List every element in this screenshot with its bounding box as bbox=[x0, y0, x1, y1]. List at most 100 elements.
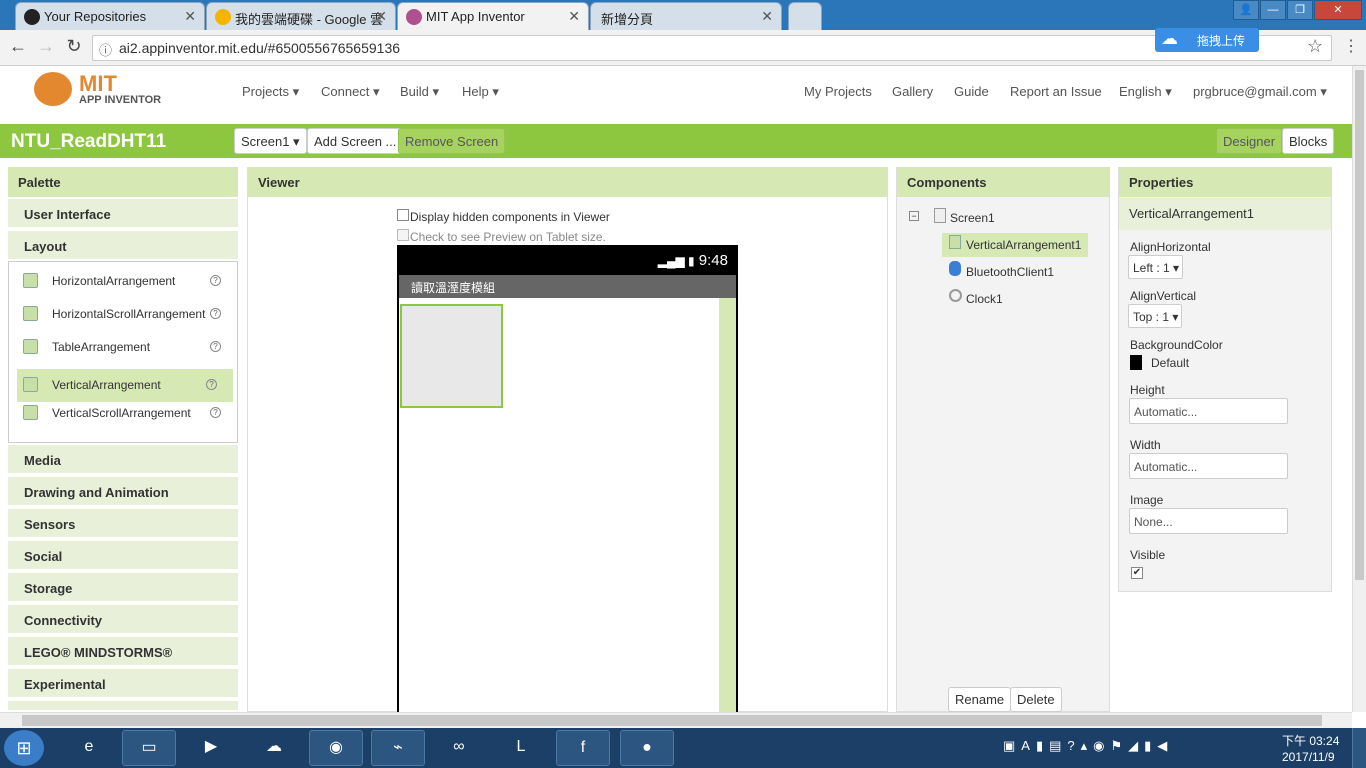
palette-cat-storage[interactable]: Storage bbox=[8, 573, 238, 603]
align-vertical-select[interactable]: Top : 1 ▾ bbox=[1128, 304, 1182, 328]
tree-screen1[interactable]: Screen1 bbox=[950, 211, 995, 225]
tree-clock1[interactable]: Clock1 bbox=[966, 292, 1003, 306]
url-text: ai2.appinventor.mit.edu/#650055676565913… bbox=[119, 40, 401, 56]
star-icon[interactable]: ☆ bbox=[1307, 36, 1323, 57]
app-icon[interactable]: ● bbox=[620, 730, 674, 766]
color-swatch[interactable] bbox=[1130, 355, 1142, 370]
palette-cat-extension[interactable] bbox=[8, 701, 238, 712]
palette-cat-lego[interactable]: LEGO® MINDSTORMS® bbox=[8, 637, 238, 667]
link-guide[interactable]: Guide bbox=[954, 84, 989, 99]
palette-item[interactable]: HorizontalArrangement? bbox=[9, 265, 237, 298]
close-icon[interactable]: ✕ bbox=[184, 8, 196, 25]
menu-help[interactable]: Help ▾ bbox=[462, 84, 499, 100]
cloud-app-icon[interactable]: ☁ bbox=[247, 730, 301, 766]
menu-build[interactable]: Build ▾ bbox=[400, 84, 439, 100]
collapse-icon[interactable]: − bbox=[909, 211, 919, 221]
explorer-icon[interactable]: ▭ bbox=[122, 730, 176, 766]
close-icon[interactable]: ✕ bbox=[375, 8, 387, 25]
background-color-value[interactable]: Default bbox=[1151, 356, 1189, 370]
new-tab-button[interactable] bbox=[788, 2, 822, 30]
screen-icon bbox=[934, 208, 946, 223]
palette-cat-layout[interactable]: Layout bbox=[8, 231, 238, 261]
palette-cat-sensors[interactable]: Sensors bbox=[8, 509, 238, 539]
width-label: Width bbox=[1130, 438, 1161, 452]
delete-button[interactable]: Delete bbox=[1010, 687, 1062, 712]
line-icon[interactable]: L bbox=[494, 730, 548, 766]
height-field[interactable]: Automatic... bbox=[1129, 398, 1288, 424]
close-icon[interactable]: ✕ bbox=[568, 8, 580, 25]
address-bar[interactable]: ⓘ ai2.appinventor.mit.edu/#6500556765659… bbox=[92, 35, 1332, 61]
width-field[interactable]: Automatic... bbox=[1129, 453, 1288, 479]
tab-new-tab[interactable]: 新增分頁 ✕ bbox=[590, 2, 782, 30]
upload-button[interactable]: ☁ 拖拽上传 bbox=[1155, 28, 1259, 52]
scroll-thumb[interactable] bbox=[22, 715, 1322, 726]
link-gallery[interactable]: Gallery bbox=[892, 84, 933, 99]
bee-icon bbox=[34, 72, 72, 106]
media-icon[interactable]: ▶ bbox=[184, 730, 238, 766]
designer-button[interactable]: Designer bbox=[1216, 128, 1283, 154]
palette-item[interactable]: TableArrangement? bbox=[9, 331, 237, 364]
help-icon[interactable]: ? bbox=[210, 275, 221, 286]
show-desktop-button[interactable] bbox=[1352, 728, 1366, 768]
flash-icon[interactable]: f bbox=[556, 730, 610, 766]
menu-account[interactable]: prgbruce@gmail.com ▾ bbox=[1193, 84, 1327, 100]
user-icon[interactable]: 👤 bbox=[1233, 0, 1259, 20]
window-close-icon[interactable]: ✕ bbox=[1314, 0, 1362, 20]
palette-cat-drawing[interactable]: Drawing and Animation bbox=[8, 477, 238, 507]
vertical-scrollbar[interactable] bbox=[1352, 66, 1366, 712]
add-screen-button[interactable]: Add Screen ... bbox=[307, 128, 404, 154]
ie-icon[interactable]: e bbox=[62, 730, 116, 766]
forward-icon[interactable]: → bbox=[34, 35, 58, 59]
link-report-issue[interactable]: Report an Issue bbox=[1010, 84, 1102, 99]
more-icon[interactable]: ⋮ bbox=[1343, 36, 1359, 56]
tab-app-inventor[interactable]: MIT App Inventor ✕ bbox=[397, 2, 589, 30]
menu-projects[interactable]: Projects ▾ bbox=[242, 84, 299, 100]
vertical-arrangement-preview[interactable] bbox=[400, 304, 503, 408]
rename-button[interactable]: Rename bbox=[948, 687, 1012, 712]
minimize-icon[interactable]: — bbox=[1260, 0, 1286, 20]
tablet-preview-checkbox[interactable] bbox=[397, 229, 409, 241]
palette-cat-user-interface[interactable]: User Interface bbox=[8, 199, 238, 229]
palette-item[interactable]: HorizontalScrollArrangement? bbox=[9, 298, 237, 331]
tab-your-repositories[interactable]: Your Repositories ✕ bbox=[15, 2, 205, 30]
tree-vertical-arrangement1[interactable]: VerticalArrangement1 bbox=[966, 238, 1081, 252]
screen-select[interactable]: Screen1 ▾ bbox=[234, 128, 307, 154]
tab-google-drive[interactable]: 我的雲端硬碟 - Google 雲 ✕ bbox=[206, 2, 396, 30]
help-icon[interactable]: ? bbox=[210, 407, 221, 418]
maximize-icon[interactable]: ❐ bbox=[1287, 0, 1313, 20]
reload-icon[interactable]: ↻ bbox=[62, 35, 86, 59]
visible-checkbox[interactable]: ✔ bbox=[1131, 567, 1143, 579]
fritzing-icon[interactable]: ⌁ bbox=[371, 730, 425, 766]
help-icon[interactable]: ? bbox=[206, 379, 217, 390]
palette-cat-experimental[interactable]: Experimental bbox=[8, 669, 238, 699]
hidden-components-checkbox[interactable] bbox=[397, 209, 409, 221]
menu-connect[interactable]: Connect ▾ bbox=[321, 84, 380, 100]
palette-cat-social[interactable]: Social bbox=[8, 541, 238, 571]
remove-screen-button[interactable]: Remove Screen bbox=[398, 128, 506, 154]
align-vertical-label: AlignVertical bbox=[1130, 289, 1197, 303]
menu-language[interactable]: English ▾ bbox=[1119, 84, 1172, 100]
scroll-thumb[interactable] bbox=[1355, 70, 1364, 580]
tray-icons[interactable]: ▣A▮▤?▴◉⚑◢▮◀ bbox=[1003, 738, 1173, 754]
palette-cat-media[interactable]: Media bbox=[8, 445, 238, 475]
close-icon[interactable]: ✕ bbox=[761, 8, 773, 25]
back-icon[interactable]: ← bbox=[6, 35, 30, 59]
chrome-icon[interactable]: ◉ bbox=[309, 730, 363, 766]
link-my-projects[interactable]: My Projects bbox=[804, 84, 872, 99]
tab-label: Your Repositories bbox=[44, 9, 147, 24]
blocks-button[interactable]: Blocks bbox=[1282, 128, 1335, 154]
arduino-icon[interactable]: ∞ bbox=[432, 730, 486, 766]
tree-bluetooth-client1[interactable]: BluetoothClient1 bbox=[966, 265, 1054, 279]
horizontal-arrangement-icon bbox=[23, 273, 38, 288]
properties-header: Properties bbox=[1119, 167, 1331, 197]
palette-item[interactable]: VerticalScrollArrangement? bbox=[9, 397, 237, 430]
palette-cat-connectivity[interactable]: Connectivity bbox=[8, 605, 238, 635]
horizontal-scrollbar[interactable] bbox=[0, 712, 1352, 728]
help-icon[interactable]: ? bbox=[210, 341, 221, 352]
image-field[interactable]: None... bbox=[1129, 508, 1288, 534]
help-icon[interactable]: ? bbox=[210, 308, 221, 319]
app-inventor-logo[interactable]: MIT APP INVENTOR bbox=[32, 70, 182, 110]
horizontal-scroll-arrangement-icon bbox=[23, 306, 38, 321]
align-horizontal-select[interactable]: Left : 1 ▾ bbox=[1128, 255, 1183, 279]
start-button[interactable]: ⊞ bbox=[4, 730, 44, 766]
